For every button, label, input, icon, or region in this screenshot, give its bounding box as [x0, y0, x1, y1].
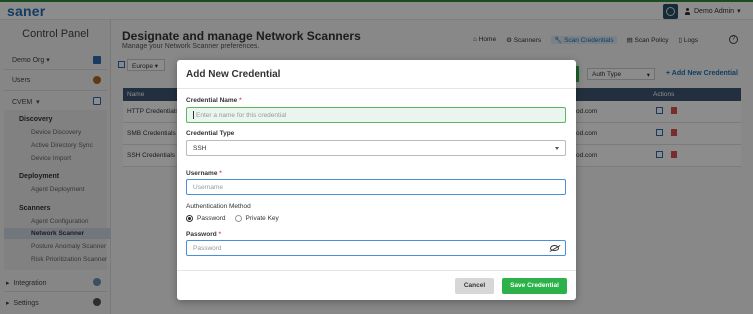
- password-label: Password *: [186, 231, 222, 238]
- save-credential-button[interactable]: Save Credential: [502, 278, 567, 294]
- password-radio[interactable]: [186, 215, 193, 222]
- credential-type-select[interactable]: SSH: [186, 140, 566, 156]
- username-label: Username *: [186, 170, 222, 177]
- text-caret: [193, 111, 194, 119]
- cancel-button[interactable]: Cancel: [455, 278, 494, 294]
- add-credential-modal: Add New Credential Credential Name * Ent…: [177, 60, 576, 300]
- password-input[interactable]: Password: [186, 240, 566, 256]
- divider: [177, 88, 576, 89]
- credential-name-label: Credential Name *: [186, 97, 242, 104]
- credential-name-input[interactable]: Enter a name for this credential: [186, 107, 566, 123]
- credential-type-value: SSH: [193, 145, 207, 152]
- private-key-radio[interactable]: [234, 215, 242, 222]
- eye-slash-icon[interactable]: [550, 245, 559, 251]
- credential-type-label: Credential Type: [186, 130, 235, 137]
- private-key-radio-label[interactable]: Private Key: [246, 215, 279, 222]
- divider: [177, 270, 576, 271]
- modal-title: Add New Credential: [186, 69, 281, 80]
- chevron-down-icon: [555, 147, 559, 150]
- password-radio-label[interactable]: Password: [197, 215, 226, 222]
- auth-method-label: Authentication Method: [186, 203, 251, 210]
- username-input[interactable]: Username: [186, 179, 566, 195]
- auth-method-group: Password Private Key: [186, 215, 279, 222]
